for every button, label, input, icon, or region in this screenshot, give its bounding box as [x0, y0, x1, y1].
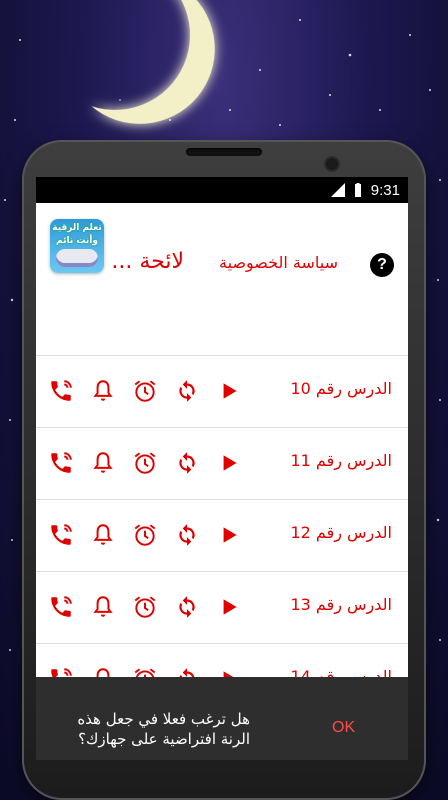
- app-logo-text-line1: تعلم الرقية: [52, 223, 102, 233]
- lesson-row: الدرس رقم 12: [36, 500, 408, 572]
- app-screen: 9:31 تعلم الرقية وأنت نائم لائحة ... سيا…: [36, 177, 408, 760]
- alarm-clock-icon[interactable]: [132, 594, 158, 620]
- ok-button[interactable]: OK: [332, 719, 355, 737]
- refresh-icon[interactable]: [174, 450, 200, 476]
- lesson-title[interactable]: الدرس رقم 13: [290, 595, 392, 614]
- lesson-actions: [48, 378, 242, 404]
- menu-title[interactable]: لائحة ...: [111, 249, 184, 274]
- ringtone-phone-icon[interactable]: [48, 378, 74, 404]
- alarm-clock-icon[interactable]: [132, 522, 158, 548]
- set-default-ringtone-banner: هل ترغب فعلا في جعل هذه الرنة افتراضية ع…: [36, 677, 408, 760]
- lesson-actions: [48, 450, 242, 476]
- help-icon[interactable]: ?: [370, 253, 394, 277]
- privacy-policy-link[interactable]: سياسة الخصوصية: [219, 253, 338, 272]
- banner-message: هل ترغب فعلا في جعل هذه الرنة افتراضية ع…: [77, 710, 250, 748]
- ringtone-phone-icon[interactable]: [48, 594, 74, 620]
- phone-camera: [326, 158, 338, 170]
- lesson-row: الدرس رقم 11: [36, 428, 408, 500]
- refresh-icon[interactable]: [174, 378, 200, 404]
- ringtone-phone-icon[interactable]: [48, 522, 74, 548]
- battery-icon: [354, 183, 361, 197]
- lesson-title[interactable]: الدرس رقم 10: [290, 379, 392, 398]
- app-logo[interactable]: تعلم الرقية وأنت نائم: [50, 219, 104, 273]
- app-header: تعلم الرقية وأنت نائم لائحة ... سياسة ال…: [36, 203, 408, 356]
- phone-speaker: [186, 148, 262, 156]
- lesson-row: الدرس رقم 13: [36, 572, 408, 644]
- alarm-clock-icon[interactable]: [132, 450, 158, 476]
- sleeping-person-graphic: [56, 249, 98, 267]
- signal-icon: [330, 183, 345, 197]
- lesson-title[interactable]: الدرس رقم 11: [290, 451, 392, 470]
- ringtone-phone-icon[interactable]: [48, 450, 74, 476]
- lesson-actions: [48, 522, 242, 548]
- notification-bell-icon[interactable]: [90, 378, 116, 404]
- play-icon[interactable]: [216, 450, 242, 476]
- notification-bell-icon[interactable]: [90, 594, 116, 620]
- alarm-clock-icon[interactable]: [132, 378, 158, 404]
- notification-bell-icon[interactable]: [90, 450, 116, 476]
- refresh-icon[interactable]: [174, 522, 200, 548]
- lesson-actions: [48, 594, 242, 620]
- status-bar: 9:31: [36, 177, 408, 203]
- lesson-list: الدرس رقم 10 الدرس رقم 11 الدرس رقم 12 ا…: [36, 356, 408, 716]
- app-logo-text-line2: وأنت نائم: [56, 236, 98, 246]
- play-icon[interactable]: [216, 378, 242, 404]
- lesson-row: الدرس رقم 10: [36, 356, 408, 428]
- lesson-title[interactable]: الدرس رقم 12: [290, 523, 392, 542]
- play-icon[interactable]: [216, 594, 242, 620]
- notification-bell-icon[interactable]: [90, 522, 116, 548]
- status-time: 9:31: [370, 181, 400, 199]
- refresh-icon[interactable]: [174, 594, 200, 620]
- play-icon[interactable]: [216, 522, 242, 548]
